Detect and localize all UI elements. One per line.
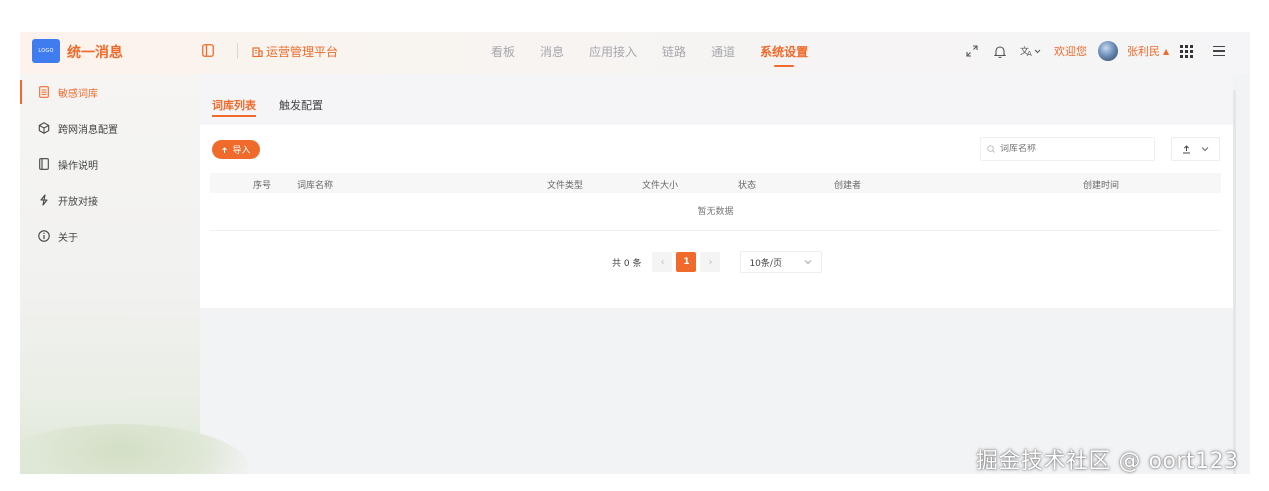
tab-word-list[interactable]: 词库列表 <box>212 97 256 117</box>
nav-item-system-settings[interactable]: 系统设置 <box>760 43 808 67</box>
column-header-status: 状态 <box>738 181 757 191</box>
sidebar-item-label: 敏感词库 <box>58 88 98 100</box>
logo: LOGO <box>32 39 60 63</box>
pagination: 共 0 条 ‹ 1 › 10条/页 <box>612 251 823 273</box>
page-size-value: 10条/页 <box>749 258 782 269</box>
link-icon <box>38 194 50 206</box>
caret-up-icon[interactable]: ▲ <box>1163 47 1169 56</box>
svg-text:A: A <box>1027 50 1032 57</box>
username[interactable]: 张利民 <box>1127 43 1160 59</box>
book-icon <box>38 158 50 170</box>
chevron-down-icon <box>1201 147 1209 152</box>
import-button[interactable]: 导入 <box>212 140 260 159</box>
pagination-total: 共 0 条 <box>612 258 642 269</box>
avatar[interactable] <box>1098 41 1118 61</box>
column-header-file-size: 文件大小 <box>642 181 679 191</box>
header-divider <box>237 43 238 59</box>
hamburger-menu-icon[interactable] <box>1213 43 1226 60</box>
export-dropdown-button[interactable] <box>1171 137 1220 161</box>
table-header: 序号 词库名称 文件类型 文件大小 状态 创建者 创建时间 <box>210 173 1221 193</box>
sidebar-item-label: 操作说明 <box>58 160 98 172</box>
main-nav: 看板 消息 应用接入 链路 通道 系统设置 <box>491 43 833 67</box>
chevron-down-icon <box>804 258 812 267</box>
import-button-label: 导入 <box>232 146 251 156</box>
sidebar-item-cross-network-config[interactable]: 跨网消息配置 <box>20 110 200 146</box>
search-input[interactable] <box>1000 144 1140 154</box>
sidebar-item-about[interactable]: 关于 <box>20 218 200 254</box>
cube-icon <box>38 122 50 134</box>
sidebar-item-instructions[interactable]: 操作说明 <box>20 146 200 182</box>
sidebar: 敏感词库 跨网消息配置 操作说明 开放对接 关于 <box>20 74 250 474</box>
sidebar-item-label: 跨网消息配置 <box>58 124 118 136</box>
platform-switcher[interactable]: 运营管理平台 <box>252 43 338 60</box>
apps-grid-icon[interactable] <box>1180 44 1194 58</box>
search-field[interactable] <box>980 137 1155 161</box>
nav-item-channels[interactable]: 通道 <box>711 43 735 60</box>
nav-item-app-integration[interactable]: 应用接入 <box>589 43 637 60</box>
app-title: 统一消息 <box>67 45 123 61</box>
document-icon <box>38 86 50 98</box>
nav-item-messages[interactable]: 消息 <box>540 43 564 60</box>
building-icon <box>252 47 263 57</box>
prev-page-button[interactable]: ‹ <box>652 252 673 272</box>
content-card: 导入 序号 词库名称 文件类型 文件大小 状态 创建者 创建时间 暂无数据 共 … <box>200 125 1233 308</box>
info-icon <box>38 230 50 242</box>
language-icon[interactable]: 文A <box>1020 41 1042 61</box>
next-page-button[interactable]: › <box>700 252 721 272</box>
nav-item-dashboard[interactable]: 看板 <box>491 43 515 60</box>
table-empty-state: 暂无数据 <box>210 193 1221 231</box>
upload-icon <box>1183 144 1190 153</box>
header-actions: 文A 欢迎您 张利民 ▲ <box>964 41 1226 61</box>
tab-trigger-config[interactable]: 触发配置 <box>279 97 323 113</box>
page-number-current[interactable]: 1 <box>676 252 697 272</box>
tabs-bar: 词库列表 触发配置 <box>200 74 1233 125</box>
watermark: 掘金技术社区 @ oort123 <box>976 449 1239 474</box>
nav-item-links[interactable]: 链路 <box>662 43 686 60</box>
platform-name: 运营管理平台 <box>266 45 339 59</box>
sidebar-collapse-icon[interactable] <box>202 44 214 57</box>
upload-hand-icon <box>222 146 228 153</box>
sidebar-item-label: 开放对接 <box>58 196 98 208</box>
column-header-created-time: 创建时间 <box>1083 181 1120 191</box>
search-icon <box>987 145 995 153</box>
top-header: LOGO 统一消息 运营管理平台 看板 消息 应用接入 链路 通道 系统设置 文… <box>20 32 1250 74</box>
column-header-file-type: 文件类型 <box>547 181 584 191</box>
bell-icon[interactable] <box>992 41 1008 61</box>
vertical-scrollbar[interactable] <box>1233 90 1236 474</box>
fullscreen-icon[interactable] <box>964 41 980 61</box>
sidebar-item-label: 关于 <box>58 232 78 244</box>
app-window: LOGO 统一消息 运营管理平台 看板 消息 应用接入 链路 通道 系统设置 文… <box>20 32 1250 474</box>
page-size-select[interactable]: 10条/页 <box>740 251 823 273</box>
sidebar-item-open-integration[interactable]: 开放对接 <box>20 182 200 218</box>
column-header-index: 序号 <box>253 181 272 191</box>
welcome-text: 欢迎您 <box>1054 45 1087 58</box>
sidebar-item-sensitive-words[interactable]: 敏感词库 <box>20 74 200 110</box>
column-header-word-name: 词库名称 <box>297 181 334 191</box>
column-header-creator: 创建者 <box>834 181 862 191</box>
